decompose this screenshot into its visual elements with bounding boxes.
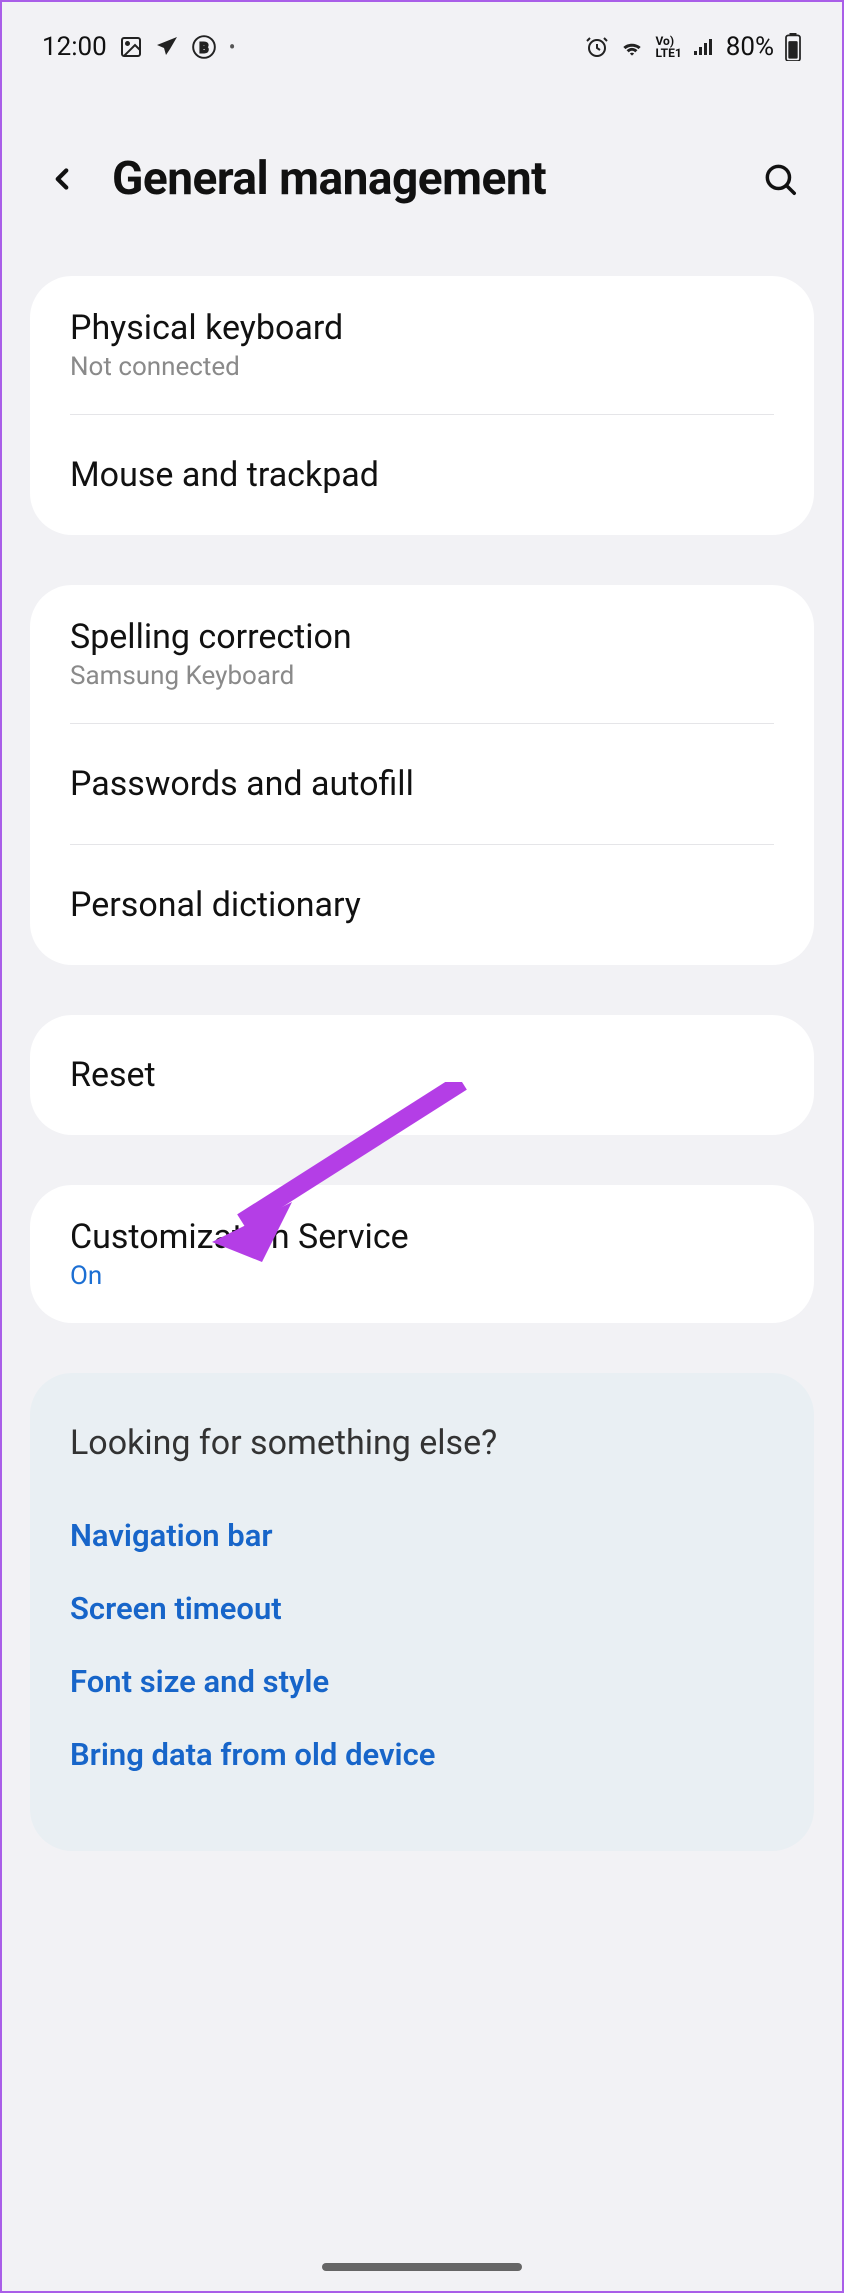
header: General management — [2, 72, 842, 276]
status-time: 12:00 — [42, 32, 107, 62]
suggestion-screen-timeout[interactable]: Screen timeout — [70, 1572, 774, 1645]
navigation-handle[interactable] — [322, 2263, 522, 2271]
item-personal-dictionary[interactable]: Personal dictionary — [30, 845, 814, 965]
battery-percent: 80% — [726, 32, 774, 62]
item-subtitle: Samsung Keyboard — [70, 661, 774, 691]
image-icon — [119, 35, 143, 59]
search-button[interactable] — [758, 157, 802, 201]
status-right: Vo)LTE1 80% — [585, 32, 802, 62]
item-mouse-trackpad[interactable]: Mouse and trackpad — [30, 415, 814, 535]
signal-icon — [692, 35, 716, 59]
item-passwords-autofill[interactable]: Passwords and autofill — [30, 724, 814, 844]
alarm-icon — [585, 35, 609, 59]
item-subtitle: On — [70, 1261, 774, 1291]
item-physical-keyboard[interactable]: Physical keyboard Not connected — [30, 276, 814, 414]
item-title: Spelling correction — [70, 617, 774, 657]
status-bar: 12:00 B • Vo)LTE1 80% — [2, 2, 842, 72]
suggestion-font-size-style[interactable]: Font size and style — [70, 1645, 774, 1718]
battery-icon — [784, 33, 802, 61]
item-spelling-correction[interactable]: Spelling correction Samsung Keyboard — [30, 585, 814, 723]
item-subtitle: Not connected — [70, 352, 774, 382]
svg-text:B: B — [199, 40, 208, 56]
item-title: Passwords and autofill — [70, 764, 774, 804]
telegram-icon — [155, 35, 179, 59]
lte-icon: Vo)LTE1 — [655, 35, 681, 59]
page-title: General management — [112, 152, 728, 206]
back-button[interactable] — [42, 159, 82, 199]
suggestions-card: Looking for something else? Navigation b… — [30, 1373, 814, 1851]
item-title: Customization Service — [70, 1217, 774, 1257]
wifi-icon — [619, 34, 645, 60]
status-left: 12:00 B • — [42, 32, 236, 62]
item-customization-service[interactable]: Customization Service On — [30, 1185, 814, 1323]
settings-group-customization: Customization Service On — [30, 1185, 814, 1323]
item-title: Personal dictionary — [70, 885, 774, 925]
suggestion-bring-data[interactable]: Bring data from old device — [70, 1718, 774, 1791]
settings-group-input: Physical keyboard Not connected Mouse an… — [30, 276, 814, 535]
item-title: Reset — [70, 1055, 774, 1095]
item-title: Physical keyboard — [70, 308, 774, 348]
suggestion-navigation-bar[interactable]: Navigation bar — [70, 1499, 774, 1572]
circle-b-icon: B — [191, 34, 217, 60]
item-title: Mouse and trackpad — [70, 455, 774, 495]
settings-group-text: Spelling correction Samsung Keyboard Pas… — [30, 585, 814, 965]
suggestions-title: Looking for something else? — [70, 1423, 774, 1463]
dot-icon: • — [229, 35, 236, 59]
item-reset[interactable]: Reset — [30, 1015, 814, 1135]
settings-group-reset: Reset — [30, 1015, 814, 1135]
